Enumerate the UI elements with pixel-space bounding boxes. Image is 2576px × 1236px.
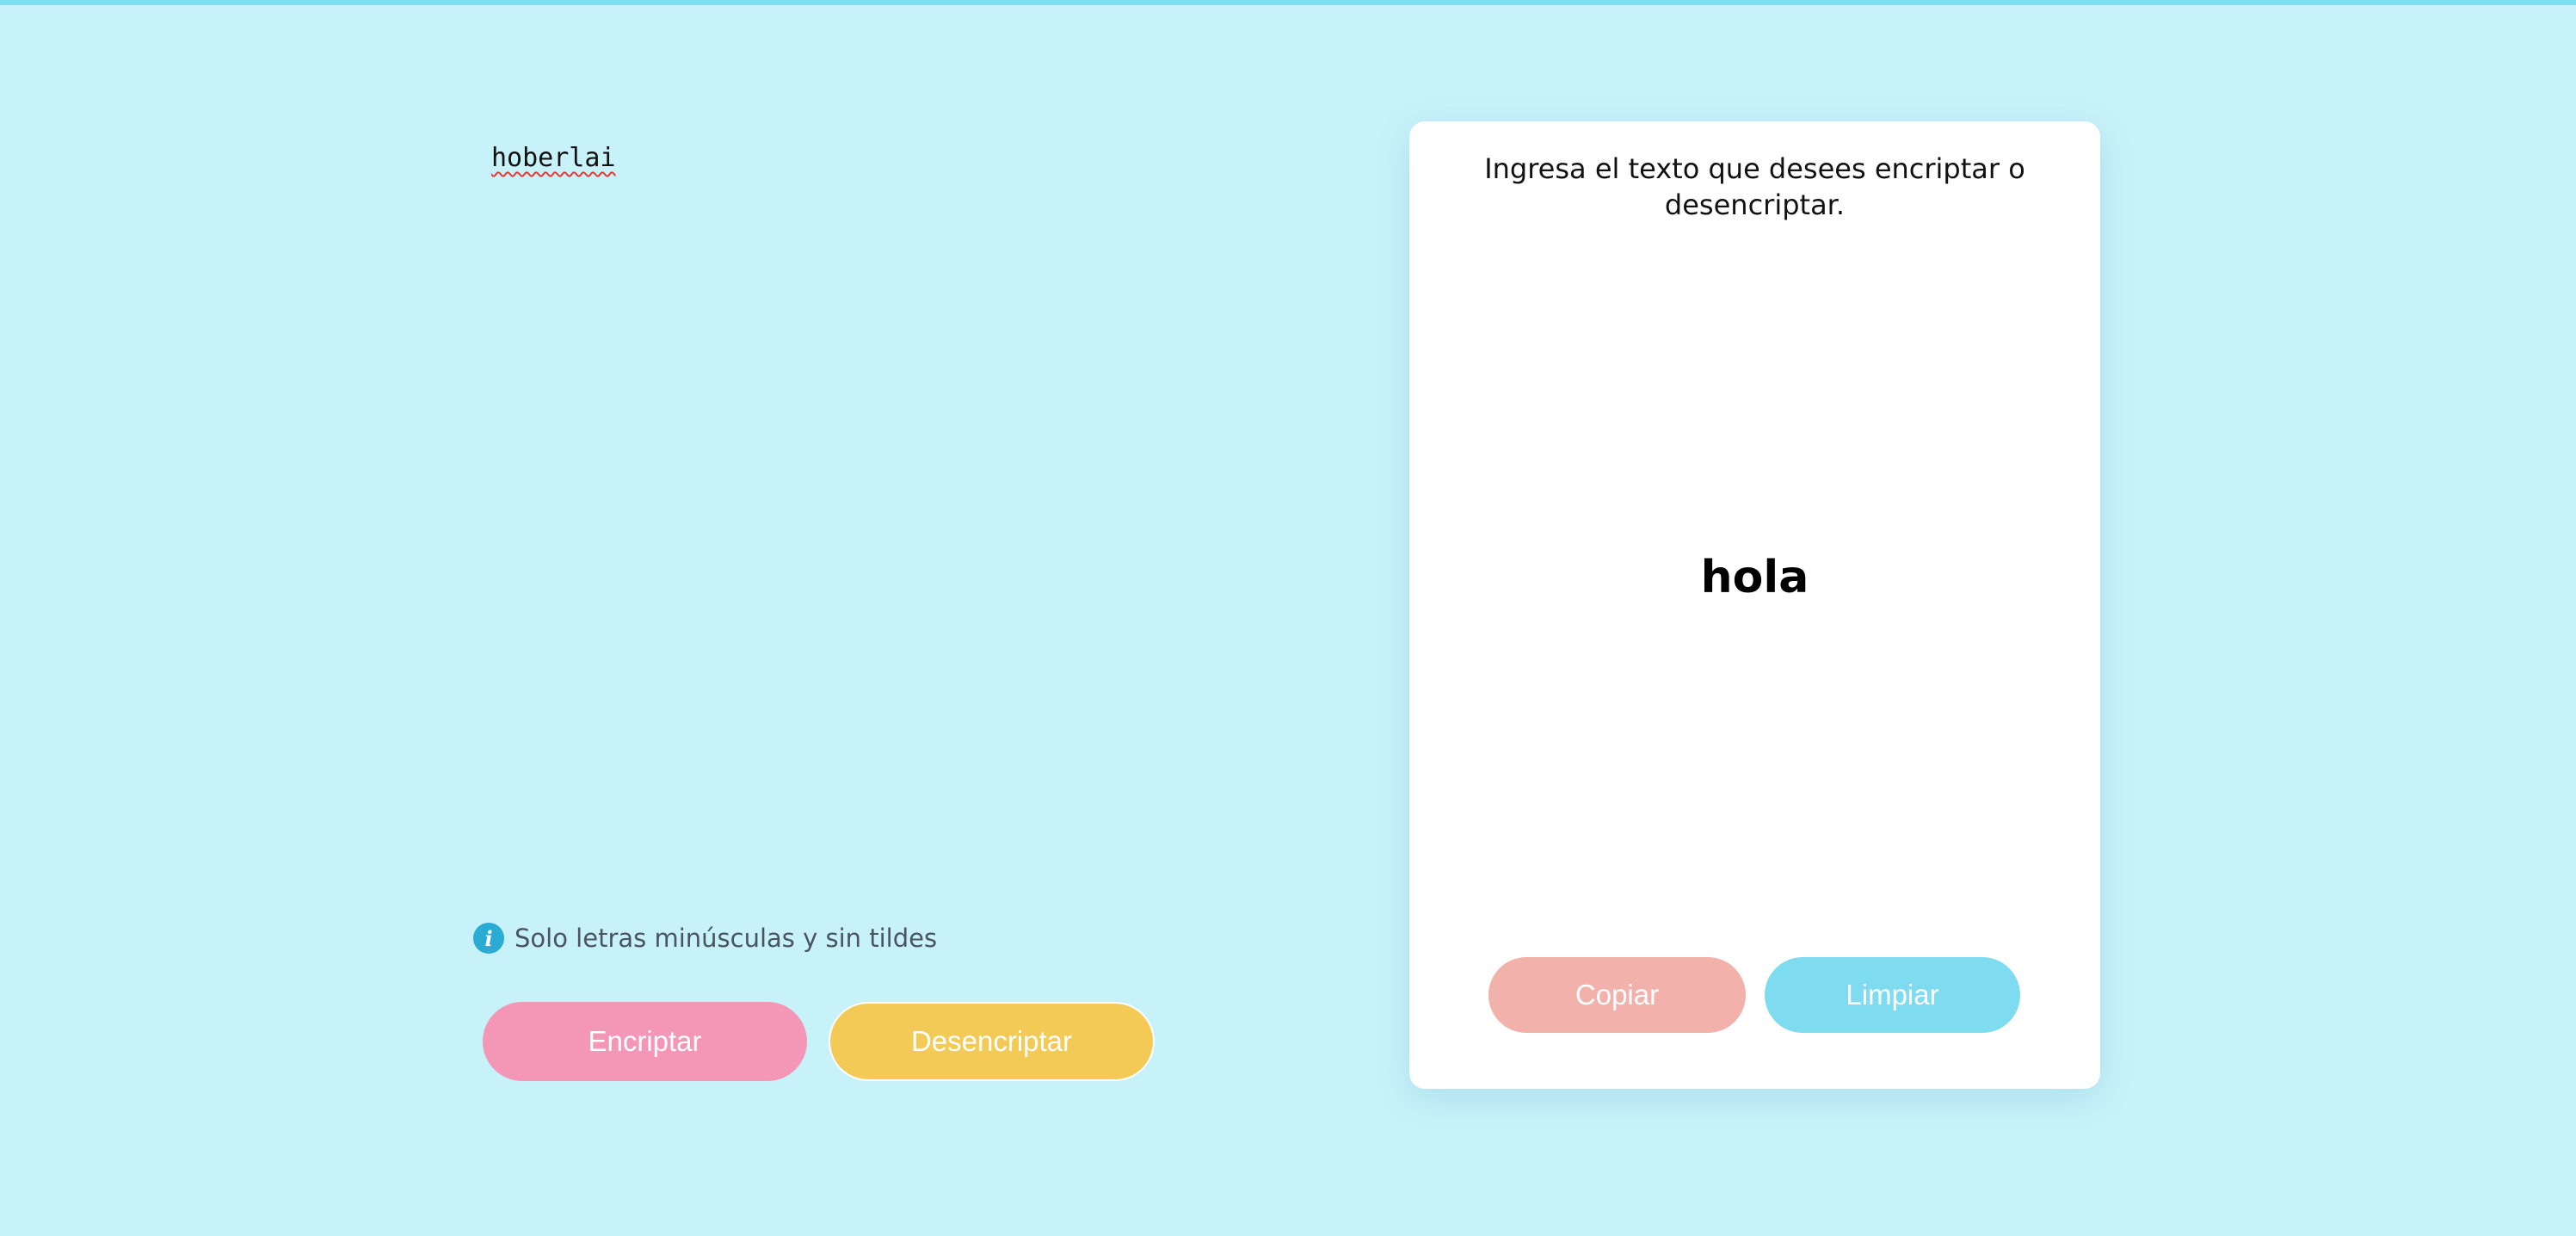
copy-button[interactable]: Copiar xyxy=(1488,957,1746,1033)
encrypt-button[interactable]: Encriptar xyxy=(483,1002,807,1081)
hint-text: Solo letras minúsculas y sin tildes xyxy=(515,924,938,953)
clear-button[interactable]: Limpiar xyxy=(1765,957,2020,1033)
output-instructions: Ingresa el texto que desees encriptar o … xyxy=(1484,152,2025,221)
decrypt-button[interactable]: Desencriptar xyxy=(829,1002,1155,1081)
info-icon: i xyxy=(473,923,504,954)
text-input[interactable]: hoberlai xyxy=(491,143,616,173)
input-hint: i Solo letras minúsculas y sin tildes xyxy=(473,921,937,955)
output-card: Ingresa el texto que desees encriptar o … xyxy=(1409,121,2100,1089)
output-result: hola xyxy=(1700,552,1809,603)
top-accent-bar xyxy=(0,0,2576,5)
